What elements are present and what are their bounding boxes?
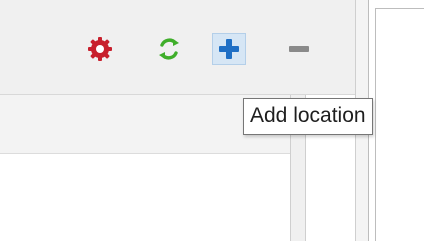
settings-button[interactable] xyxy=(83,33,117,65)
gear-icon xyxy=(88,37,112,61)
right-pane-content xyxy=(375,8,424,241)
minus-icon xyxy=(289,46,309,52)
app-window: Add location xyxy=(0,0,424,241)
refresh-icon xyxy=(159,38,179,60)
refresh-button[interactable] xyxy=(152,33,186,65)
toolbar xyxy=(0,0,355,95)
remove-location-button[interactable] xyxy=(282,33,316,65)
add-location-tooltip: Add location xyxy=(243,98,373,135)
add-location-button[interactable] xyxy=(212,33,246,65)
right-pane xyxy=(369,0,424,241)
plus-icon xyxy=(219,39,239,59)
